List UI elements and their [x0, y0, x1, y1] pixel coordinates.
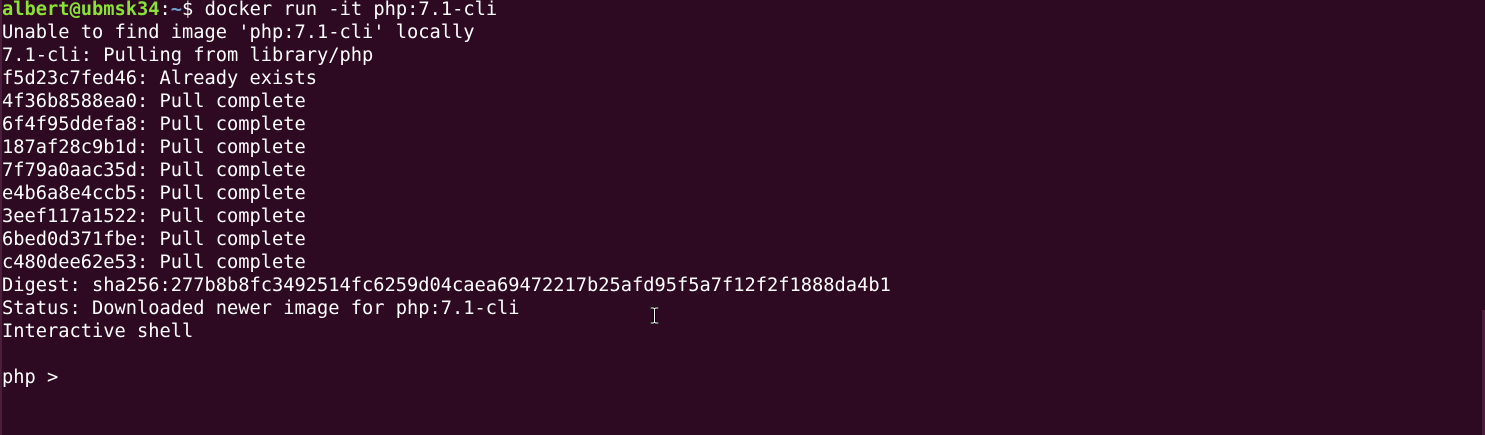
output-line: 7.1-cli: Pulling from library/php [2, 45, 374, 66]
prompt-separator: : [159, 0, 171, 20]
prompt-command: docker run -it php:7.1-cli [204, 0, 498, 20]
output-line: f5d23c7fed46: Already exists [2, 68, 318, 89]
command-line: albert@ubmsk34:~$ docker run -it php:7.1… [2, 0, 1485, 21]
output-line: Interactive shell [2, 321, 194, 342]
output-line: Unable to find image 'php:7.1-cli' local… [2, 22, 475, 43]
prompt-symbol: $ [182, 0, 205, 20]
php-prompt: php > [2, 367, 70, 388]
output-line: 187af28c9b1d: Pull complete [2, 137, 306, 158]
output-line: 6f4f95ddefa8: Pull complete [2, 114, 306, 135]
prompt-user-host: albert@ubmsk34 [2, 0, 160, 20]
text-ibeam-icon [650, 307, 659, 324]
php-prompt-line[interactable]: php > [2, 366, 1485, 389]
terminal-window[interactable]: albert@ubmsk34:~$ docker run -it php:7.1… [0, 0, 1485, 435]
output-line: 7f79a0aac35d: Pull complete [2, 160, 306, 181]
digest-line: Digest: sha256:277b8b8fc3492514fc6259d04… [2, 275, 891, 296]
status-line: Status: Downloaded newer image for php:7… [2, 298, 520, 319]
output-line: c480dee62e53: Pull complete [2, 252, 306, 273]
output-line: 3eef117a1522: Pull complete [2, 206, 306, 227]
output-line: e4b6a8e4ccb5: Pull complete [2, 183, 306, 204]
window-left-border [0, 0, 2, 435]
prompt-path: ~ [170, 0, 183, 20]
output-line: 6bed0d371fbe: Pull complete [2, 229, 306, 250]
output-line: 4f36b8588ea0: Pull complete [2, 91, 306, 112]
